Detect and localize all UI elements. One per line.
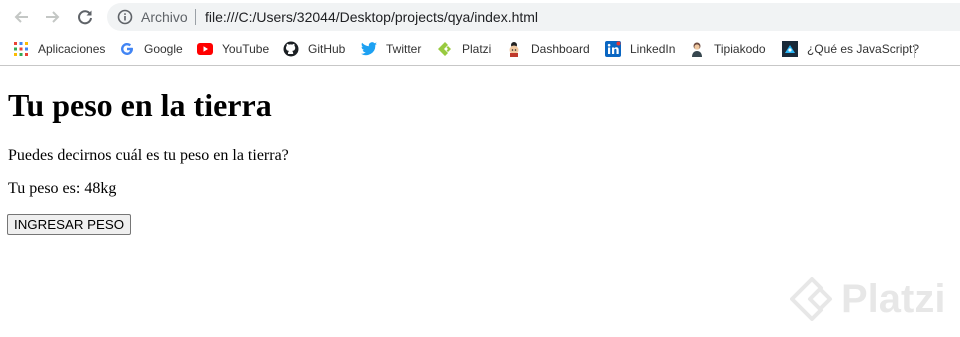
bookmarks-bar-separator <box>914 44 915 58</box>
bookmark-label: Aplicaciones <box>38 42 106 56</box>
reload-icon <box>78 10 92 25</box>
apps-grid-icon <box>13 41 29 57</box>
bookmark-label: Twitter <box>386 42 422 56</box>
bookmark-youtube[interactable]: YouTube <box>197 40 269 58</box>
bookmark-tipiakodo[interactable]: Tipiakodo <box>689 40 766 58</box>
back-button[interactable] <box>10 6 32 28</box>
back-arrow-icon <box>14 11 28 23</box>
platzi-watermark: Platzi <box>789 276 945 322</box>
dashboard-avatar-icon <box>506 41 522 57</box>
tipiakodo-icon <box>689 41 705 57</box>
bookmark-label: Platzi <box>462 42 492 56</box>
reload-button[interactable] <box>74 6 96 28</box>
info-icon[interactable] <box>117 9 133 25</box>
twitter-icon <box>361 41 377 57</box>
platzi-icon <box>437 41 453 57</box>
bookmark-dashboard[interactable]: Dashboard <box>506 40 590 58</box>
forward-arrow-icon <box>46 11 60 23</box>
result-text: Tu peso es: 48kg <box>8 180 117 197</box>
site-scheme-label: Archivo <box>141 9 188 25</box>
bookmark-label: YouTube <box>222 42 270 56</box>
bookmark-que-es-javascript[interactable]: ¿Qué es JavaScript? <box>782 40 919 58</box>
question-text: Puedes decirnos cuál es tu peso en la ti… <box>8 147 289 164</box>
omnibox-separator <box>195 9 196 25</box>
ingresar-peso-button[interactable]: INGRESAR PESO <box>7 214 132 235</box>
bookmark-github[interactable]: GitHub <box>283 40 345 58</box>
bookmark-label: Google <box>144 42 183 56</box>
javascript-page-icon <box>782 41 798 57</box>
bookmark-label: Dashboard <box>531 42 590 56</box>
bookmarks-bar: Aplicaciones Google YouTube GitHub Twitt… <box>0 34 960 66</box>
page-title: Tu peso en la tierra <box>8 87 272 123</box>
bookmark-label: GitHub <box>308 42 346 56</box>
bookmark-google[interactable]: Google <box>119 40 183 58</box>
bookmark-label: ¿Qué es JavaScript? <box>807 42 920 56</box>
bookmark-twitter[interactable]: Twitter <box>361 40 421 58</box>
linkedin-icon <box>605 41 621 57</box>
address-bar[interactable]: Archivo file:///C:/Users/32044/Desktop/p… <box>107 3 960 31</box>
bookmark-label: LinkedIn <box>630 42 676 56</box>
browser-toolbar: Archivo file:///C:/Users/32044/Desktop/p… <box>0 0 960 34</box>
bookmark-platzi[interactable]: Platzi <box>437 40 491 58</box>
github-icon <box>283 41 299 57</box>
youtube-icon <box>197 41 213 57</box>
bookmark-label: Tipiakodo <box>714 42 766 56</box>
platzi-logo-icon <box>790 277 832 321</box>
forward-button[interactable] <box>42 6 64 28</box>
url-text[interactable]: file:///C:/Users/32044/Desktop/projects/… <box>205 8 538 26</box>
bookmark-aplicaciones[interactable]: Aplicaciones <box>13 40 105 58</box>
google-icon <box>119 41 135 57</box>
page-content: Tu peso en la tierra Puedes decirnos cuá… <box>0 66 960 337</box>
bookmark-linkedin[interactable]: LinkedIn <box>605 40 675 58</box>
watermark-text: Platzi <box>841 277 946 321</box>
